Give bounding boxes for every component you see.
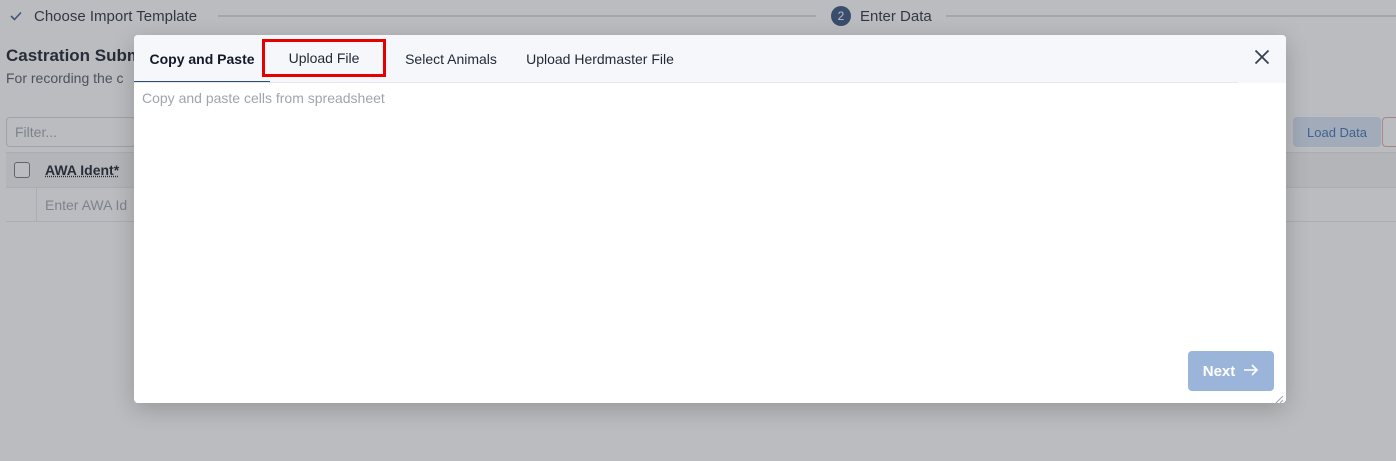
- tab-select-animals[interactable]: Select Animals: [386, 35, 516, 83]
- arrow-right-icon: [1243, 363, 1259, 380]
- tab-copy-and-paste[interactable]: Copy and Paste: [134, 35, 270, 83]
- next-button-label: Next: [1202, 362, 1236, 380]
- paste-cells-textarea[interactable]: [134, 83, 1286, 403]
- tab-upload-file[interactable]: Upload File: [262, 39, 386, 77]
- resize-handle-icon[interactable]: [1274, 391, 1284, 403]
- page: Choose Import Template 2 Enter Data Cast…: [0, 0, 1396, 461]
- modal-tabbar: Copy and Paste Upload File Select Animal…: [134, 35, 1286, 83]
- close-modal-button[interactable]: [1250, 47, 1274, 71]
- next-button[interactable]: Next: [1188, 351, 1274, 391]
- import-data-modal: Copy and Paste Upload File Select Animal…: [134, 35, 1286, 403]
- close-icon: [1254, 49, 1270, 70]
- tab-upload-herdmaster-file[interactable]: Upload Herdmaster File: [516, 35, 684, 83]
